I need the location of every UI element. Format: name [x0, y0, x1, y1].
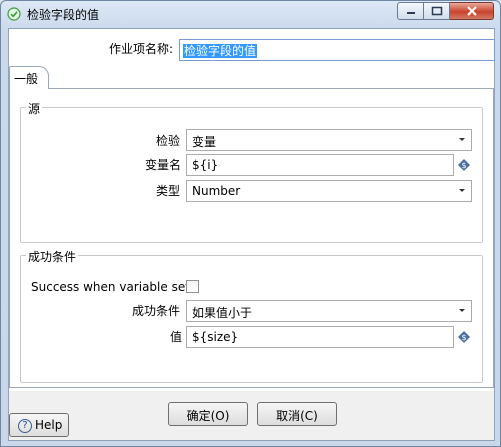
success-group-title: 成功条件	[26, 248, 79, 265]
chevron-down-icon	[459, 189, 465, 192]
ok-button[interactable]: 确定(O)	[168, 402, 248, 426]
check-select-value: 变量	[192, 135, 217, 149]
tab-general[interactable]: 一般	[9, 66, 49, 89]
button-bar	[9, 391, 494, 440]
source-group-title: 源	[26, 100, 43, 117]
variable-name-label: 变量名	[145, 158, 182, 172]
help-button-label: Help	[35, 418, 63, 432]
value-label: 值	[170, 330, 183, 344]
value-input[interactable]: ${size}	[186, 326, 454, 348]
job-entry-name-value: 检验字段的值	[183, 44, 258, 58]
variable-icon[interactable]: $	[457, 330, 471, 344]
svg-text:$: $	[461, 333, 466, 342]
dialog-client: 作业项名称: 检验字段的值 一般 源 检验 变量 变量名 ${i} $ 类型 N…	[8, 28, 495, 441]
variable-name-value: ${i}	[192, 158, 219, 172]
help-icon: ?	[18, 418, 32, 433]
success-condition-group: 成功条件 Success when variable set 成功条件 如果值小…	[20, 248, 483, 383]
success-condition-value: 如果值小于	[192, 306, 253, 320]
close-button[interactable]	[450, 2, 494, 20]
chevron-down-icon	[459, 138, 465, 141]
check-circle-icon	[7, 7, 21, 21]
title-bar[interactable]: 检验字段的值	[1, 1, 500, 27]
type-select-value: Number	[192, 184, 241, 198]
success-condition-label: 成功条件	[132, 304, 181, 318]
minimize-button[interactable]	[397, 2, 424, 20]
value-input-value: ${size}	[192, 330, 239, 344]
success-condition-select[interactable]: 如果值小于	[186, 300, 472, 322]
check-label: 检验	[156, 134, 181, 148]
tab-general-label: 一般	[14, 72, 39, 86]
chevron-down-icon	[459, 309, 465, 312]
svg-text:$: $	[461, 161, 466, 170]
source-group: 源 检验 变量 变量名 ${i} $ 类型 Number	[20, 100, 483, 243]
maximize-icon	[431, 6, 442, 16]
variable-icon[interactable]: $	[457, 158, 471, 172]
help-button[interactable]: ? Help	[9, 413, 69, 437]
variable-name-input[interactable]: ${i}	[186, 154, 454, 176]
type-label: 类型	[156, 184, 181, 198]
maximize-button[interactable]	[424, 2, 450, 20]
cancel-button-label: 取消(C)	[276, 409, 318, 423]
minimize-icon	[406, 12, 415, 14]
cancel-button[interactable]: 取消(C)	[257, 402, 337, 426]
ok-button-label: 确定(O)	[186, 409, 230, 423]
job-entry-name-input[interactable]: 检验字段的值	[179, 39, 495, 61]
check-select[interactable]: 变量	[186, 129, 472, 151]
tab-panel-general: 源 检验 变量 变量名 ${i} $ 类型 Number 成功条件 Succes…	[9, 88, 494, 388]
type-select[interactable]: Number	[186, 180, 472, 202]
close-icon	[466, 6, 477, 16]
window-title: 检验字段的值	[27, 8, 100, 22]
dialog-window: 检验字段的值 作业项名称: 检验字段的值 一般 源 检验 变量 变量名 ${i}…	[0, 0, 501, 447]
success-when-set-checkbox[interactable]	[186, 280, 199, 293]
success-when-set-label: Success when variable set	[31, 280, 190, 294]
job-entry-name-label: 作业项名称:	[109, 42, 174, 56]
